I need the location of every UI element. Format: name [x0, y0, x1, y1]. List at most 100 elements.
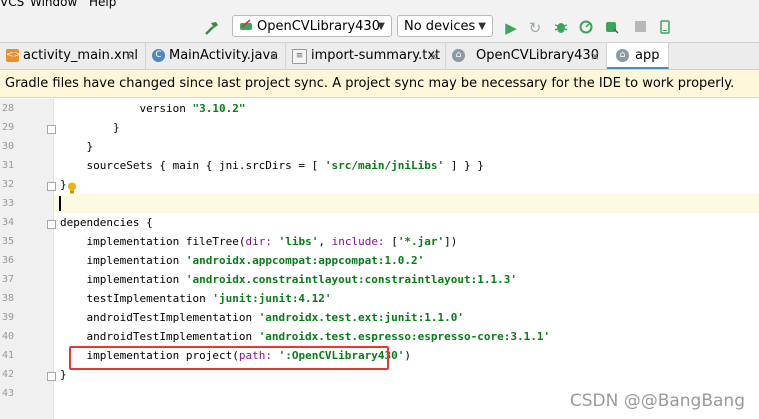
xml-file-icon: <> [6, 49, 22, 62]
code-token: , [318, 235, 332, 248]
code-line: } [60, 368, 67, 381]
toolbar: OpenCVLibrary430 ▼ No devices ▼ ▶ ↻ [0, 9, 759, 43]
line-number: 43 [1, 388, 14, 399]
line-number: 40 [1, 331, 14, 342]
code-token: } [86, 140, 94, 153]
gradle-icon: ⌂ [452, 49, 465, 62]
line-number: 38 [1, 293, 14, 304]
code-token: ) [404, 349, 412, 362]
run-icon[interactable]: ▶ [503, 20, 519, 36]
code-line: implementation 'androidx.constraintlayou… [60, 273, 517, 286]
code-line: } [60, 140, 94, 153]
device-manager-icon[interactable] [657, 20, 673, 36]
string-literal: 'androidx.appcompat:appcompat:1.0.2' [185, 254, 425, 267]
code-token: implementation [86, 273, 186, 286]
gradle-icon: ⌂ [616, 49, 629, 62]
line-number: 30 [1, 141, 14, 152]
string-literal: 'libs' [278, 235, 319, 248]
android-module-icon [239, 17, 253, 30]
code-token: implementation [86, 254, 186, 267]
tab-opencvlibrary430[interactable]: ⌂ OpenCVLibrary430 × [446, 43, 607, 69]
code-line: testImplementation 'junit:junit:4.12' [60, 292, 332, 305]
tab-app[interactable]: ⌂ app [607, 43, 669, 69]
run-config-select[interactable]: OpenCVLibrary430 ▼ [232, 15, 392, 37]
tab-activity-main-xml[interactable]: <> activity_main.xml × [0, 43, 146, 69]
code-line: implementation 'androidx.appcompat:appco… [60, 254, 425, 267]
code-line: } [60, 121, 120, 134]
code-line: sourceSets { main { jni.srcDirs = [ 'src… [60, 159, 484, 172]
highlight-box [69, 346, 389, 370]
menu-item-help[interactable]: Help [89, 0, 116, 9]
tab-label: app [635, 48, 660, 63]
line-number: 42 [1, 369, 14, 380]
line-number: 41 [1, 350, 14, 361]
menu-bar: VCS Window Help [0, 0, 759, 9]
editor-tabs: <> activity_main.xml × C MainActivity.ja… [0, 43, 759, 70]
line-number: 36 [1, 255, 14, 266]
close-icon[interactable]: × [590, 43, 600, 69]
lightbulb-icon[interactable] [67, 179, 77, 194]
fold-marker-icon[interactable] [47, 182, 56, 191]
profile-icon[interactable] [578, 20, 594, 36]
device-select[interactable]: No devices ▼ [397, 15, 493, 37]
close-icon[interactable]: × [429, 43, 439, 69]
menu-item-window[interactable]: Window [30, 0, 77, 9]
line-number: 35 [1, 236, 14, 247]
string-literal: 'androidx.test.ext:junit:1.1.0' [258, 311, 464, 324]
chevron-down-icon: ▼ [478, 21, 486, 32]
code-token: version [139, 102, 193, 115]
menu-item-vcs[interactable]: VCS [0, 0, 24, 9]
close-icon[interactable]: × [126, 43, 136, 69]
stop-icon[interactable] [632, 20, 648, 36]
fold-marker-icon[interactable] [47, 125, 56, 134]
line-number: 28 [1, 103, 14, 114]
fold-marker-icon[interactable] [47, 220, 56, 229]
line-number: 33 [1, 198, 14, 209]
code-token: ]) [444, 235, 458, 248]
code-token: [ [391, 235, 398, 248]
code-token: testImplementation [86, 292, 213, 305]
java-class-icon: C [152, 49, 165, 62]
tab-label: MainActivity.java [169, 48, 279, 63]
param-hint: include: [331, 235, 392, 248]
notification-text: Gradle files have changed since last pro… [5, 76, 735, 91]
text-file-icon: ≡ [292, 49, 307, 64]
chevron-down-icon: ▼ [377, 21, 385, 32]
line-number: 31 [1, 160, 14, 171]
code-token: androidTestImplementation [86, 311, 259, 324]
code-line: dependencies { [60, 216, 153, 229]
code-token: sourceSets { main { jni.srcDirs = [ [86, 159, 325, 172]
code-line: androidTestImplementation 'androidx.test… [60, 311, 465, 324]
tab-label: activity_main.xml [23, 48, 139, 63]
text-caret [59, 196, 61, 211]
tab-mainactivity-java[interactable]: C MainActivity.java × [146, 43, 286, 69]
string-literal: 'junit:junit:4.12' [212, 292, 332, 305]
hammer-icon[interactable] [204, 20, 220, 36]
string-literal: "3.10.2" [192, 102, 246, 115]
watermark: CSDN @@BangBang [569, 391, 745, 411]
line-number: 29 [1, 122, 14, 133]
line-number: 32 [1, 179, 14, 190]
string-literal: 'androidx.test.espresso:espresso-core:3.… [258, 330, 551, 343]
device-label: No devices [404, 19, 476, 34]
current-line-highlight [54, 194, 759, 213]
line-number: 34 [1, 217, 14, 228]
param-hint: dir: [245, 235, 279, 248]
attach-debugger-icon[interactable] [604, 20, 620, 36]
debug-icon[interactable] [553, 20, 569, 36]
code-token: androidTestImplementation [86, 330, 259, 343]
code-token: } [60, 368, 67, 381]
string-literal: 'src/main/jniLibs' [324, 159, 445, 172]
string-literal: '*.jar' [397, 235, 445, 248]
code-line: implementation fileTree(dir: 'libs', inc… [60, 235, 458, 248]
fold-marker-icon[interactable] [47, 372, 56, 381]
code-line: } [60, 178, 67, 191]
gradle-sync-notification: Gradle files have changed since last pro… [0, 70, 759, 98]
close-icon[interactable]: × [269, 43, 279, 69]
tab-label: OpenCVLibrary430 [476, 48, 599, 63]
line-number: 37 [1, 274, 14, 285]
tab-import-summary-txt[interactable]: ≡ import-summary.txt × [286, 43, 446, 69]
code-token: implementation fileTree( [86, 235, 246, 248]
rerun-icon[interactable]: ↻ [527, 20, 543, 36]
string-literal: 'androidx.constraintlayout:constraintlay… [185, 273, 517, 286]
